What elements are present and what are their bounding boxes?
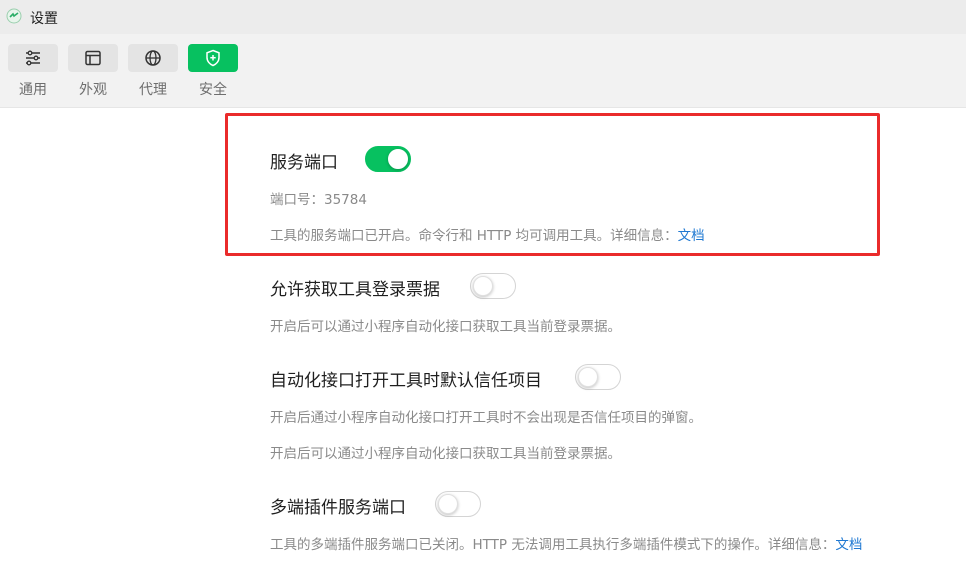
toggle-knob <box>473 276 493 296</box>
tab-proxy[interactable]: 代理 <box>128 44 178 99</box>
trust-project-description-2: 开启后可以通过小程序自动化接口获取工具当前登录票据。 <box>270 446 621 462</box>
toggle-knob <box>388 149 408 169</box>
login-ticket-description: 开启后可以通过小程序自动化接口获取工具当前登录票据。 <box>270 319 621 335</box>
window-icon <box>85 50 101 66</box>
multi-port-description: 工具的多端插件服务端口已关闭。HTTP 无法调用工具执行多端插件模式下的操作。详… <box>270 533 862 553</box>
shield-icon <box>206 49 220 67</box>
tab-general-label: 通用 <box>19 82 47 98</box>
service-port-number: 端口号：35784 <box>270 192 367 208</box>
multi-port-title: 多端插件服务端口 <box>270 498 406 518</box>
tab-security[interactable]: 安全 <box>188 44 238 99</box>
trust-project-title: 自动化接口打开工具时默认信任项目 <box>270 371 542 391</box>
toggle-knob <box>438 494 458 514</box>
trust-project-toggle[interactable] <box>575 364 621 390</box>
tab-proxy-button[interactable] <box>128 44 178 72</box>
service-port-docs-link[interactable]: 文档 <box>678 228 705 244</box>
service-port-title: 服务端口 <box>270 153 338 173</box>
tab-appearance-label: 外观 <box>79 82 107 98</box>
app-logo-icon <box>6 8 22 24</box>
login-ticket-toggle[interactable] <box>470 273 516 299</box>
service-port-toggle[interactable] <box>365 146 411 172</box>
globe-icon <box>145 50 161 66</box>
login-ticket-title: 允许获取工具登录票据 <box>270 280 440 300</box>
settings-toolbar: 通用 外观 代理 安全 <box>0 34 966 108</box>
tab-appearance[interactable]: 外观 <box>68 44 118 99</box>
service-port-desc-text: 工具的服务端口已开启。命令行和 HTTP 均可调用工具。详细信息： <box>270 228 678 244</box>
tab-security-button[interactable] <box>188 44 238 72</box>
sliders-icon <box>26 50 40 66</box>
tab-appearance-button[interactable] <box>68 44 118 72</box>
tab-general-button[interactable] <box>8 44 58 72</box>
multi-port-desc-text: 工具的多端插件服务端口已关闭。HTTP 无法调用工具执行多端插件模式下的操作。详… <box>270 537 836 553</box>
multi-port-toggle[interactable] <box>435 491 481 517</box>
tab-proxy-label: 代理 <box>139 82 167 98</box>
title-bar: 设置 <box>0 0 966 34</box>
tab-security-label: 安全 <box>199 82 227 98</box>
window-title: 设置 <box>30 11 58 27</box>
multi-port-docs-link[interactable]: 文档 <box>835 537 862 553</box>
service-port-description: 工具的服务端口已开启。命令行和 HTTP 均可调用工具。详细信息：文档 <box>270 224 705 244</box>
toggle-knob <box>578 367 598 387</box>
trust-project-description-1: 开启后通过小程序自动化接口打开工具时不会出现是否信任项目的弹窗。 <box>270 410 702 426</box>
tab-general[interactable]: 通用 <box>8 44 58 99</box>
